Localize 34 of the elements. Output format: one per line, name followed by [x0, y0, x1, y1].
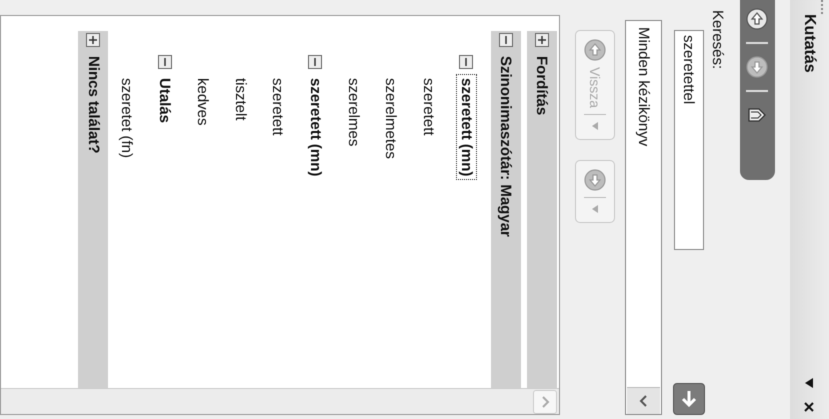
word-class-heading[interactable]: szeretett (mn) — [456, 75, 476, 180]
synonym-link[interactable]: szeretet (fn) — [117, 75, 136, 162]
section-title: Szinonimaszótár: Magyar — [496, 55, 516, 239]
section-title: Fordítás — [532, 55, 552, 118]
pane-title: Kutatás — [800, 14, 818, 73]
synonym-link[interactable]: szerelmetes — [381, 75, 400, 162]
section-title: Nincs találat? — [84, 55, 103, 156]
section-header[interactable]: Nincs találat? — [78, 31, 108, 388]
synonym-link[interactable]: szeretett — [418, 75, 438, 139]
word-class-heading[interactable]: szeretett (mn) — [306, 75, 325, 180]
grip-icon[interactable] — [820, 0, 823, 14]
source-dropdown[interactable]: Minden kézikönyv — [625, 20, 662, 415]
synonym-link[interactable]: szerelmes — [344, 75, 363, 150]
arrow-icon — [679, 389, 699, 409]
collapse-icon[interactable] — [459, 55, 474, 69]
section-header[interactable]: Fordítás — [527, 31, 557, 388]
section-header[interactable]: Szinonimaszótár: Magyar — [491, 31, 521, 388]
synonym-link[interactable]: tisztelt — [230, 75, 250, 124]
collapse-icon[interactable] — [308, 55, 322, 69]
caret-icon — [590, 120, 600, 131]
collapse-icon[interactable] — [499, 33, 513, 47]
expand-icon[interactable] — [535, 33, 549, 47]
collapse-icon[interactable] — [158, 55, 172, 69]
caret-icon — [590, 204, 600, 214]
start-search-button[interactable] — [673, 383, 705, 415]
search-label: Keresés: — [709, 10, 726, 72]
close-icon[interactable] — [804, 401, 816, 413]
expand-icon[interactable] — [86, 33, 100, 47]
synonym-link[interactable]: kedves — [192, 75, 212, 129]
caret-icon — [640, 395, 648, 407]
word-class-heading[interactable]: Utalás — [155, 75, 174, 126]
synonym-link[interactable]: szeretett — [268, 75, 288, 139]
search-field[interactable]: szeretettel — [674, 30, 704, 250]
dropdown-arrow-icon[interactable] — [804, 377, 814, 389]
